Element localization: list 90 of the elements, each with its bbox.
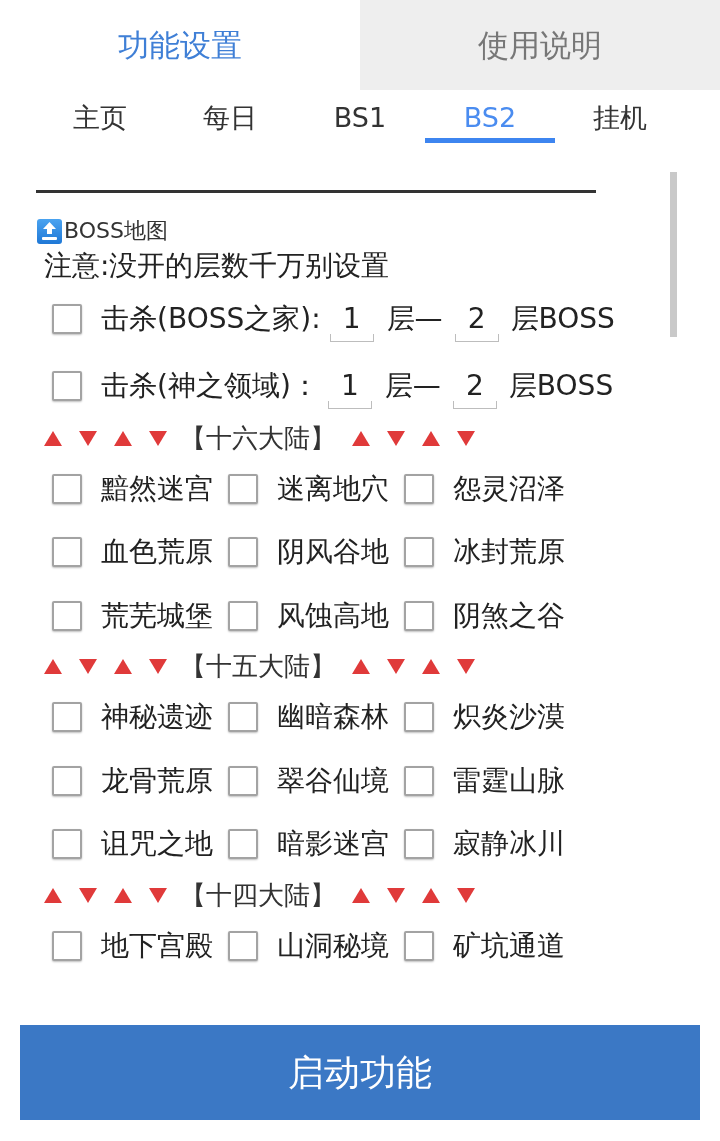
number-field[interactable]: 1 — [329, 295, 374, 342]
checkbox[interactable] — [228, 829, 258, 860]
map-option-label[interactable]: 龙骨荒原 — [101, 759, 213, 802]
triangle-down-icon — [79, 430, 97, 446]
checkbox[interactable] — [228, 765, 258, 796]
map-option-label[interactable]: 阴煞之谷 — [453, 594, 565, 637]
map-option-label[interactable]: 幽暗森林 — [277, 696, 389, 739]
number-field[interactable]: 2 — [452, 362, 497, 409]
notice-text: 注意:没开的层数千万别设置 — [44, 250, 391, 282]
triangle-down-icon — [79, 887, 97, 903]
checkbox[interactable] — [52, 930, 82, 961]
checkbox[interactable] — [404, 537, 434, 568]
start-button[interactable]: 启动功能 — [20, 1025, 700, 1120]
number-field[interactable]: 2 — [454, 295, 499, 342]
checkbox[interactable] — [228, 600, 258, 631]
checkbox[interactable] — [52, 600, 82, 631]
triangle-up-icon — [44, 887, 62, 903]
checkbox[interactable] — [52, 829, 82, 860]
map-option-label[interactable]: 暗影迷宫 — [277, 823, 389, 866]
triangle-up-icon — [352, 887, 370, 903]
map-option-label[interactable]: 雷霆山脉 — [453, 759, 565, 802]
triangle-up-icon — [422, 887, 440, 903]
floor-label: 层— — [386, 300, 443, 337]
continent-title: 【十六大陆】 — [180, 421, 336, 455]
checkbox[interactable] — [404, 702, 434, 733]
checkbox[interactable] — [52, 473, 82, 504]
sub-tab[interactable]: 每日 — [165, 90, 295, 143]
triangle-down-icon — [149, 887, 167, 903]
scrollbar-thumb[interactable] — [670, 172, 677, 337]
map-option-label[interactable]: 冰封荒原 — [453, 531, 565, 574]
map-option-label[interactable]: 矿坑通道 — [453, 924, 565, 967]
triangle-up-icon — [352, 430, 370, 446]
floor-label: 层BOSS — [510, 300, 615, 337]
checkbox[interactable] — [52, 702, 82, 733]
checkbox[interactable] — [52, 370, 82, 401]
kill-option-label[interactable]: 击杀(神之领域)： — [101, 364, 319, 407]
continent-title: 【十五大陆】 — [180, 650, 336, 683]
map-option-label[interactable]: 迷离地穴 — [277, 467, 389, 510]
map-option-label[interactable]: 荒芜城堡 — [101, 594, 213, 637]
map-option-label[interactable]: 风蚀高地 — [277, 594, 389, 637]
checkbox[interactable] — [404, 930, 434, 961]
checkbox[interactable] — [52, 765, 82, 796]
triangle-down-icon — [387, 430, 405, 446]
checkbox[interactable] — [404, 829, 434, 860]
header-tab[interactable]: 使用说明 — [360, 0, 720, 90]
continent-title: 【十四大陆】 — [180, 878, 336, 912]
triangle-down-icon — [387, 887, 405, 903]
triangle-up-icon — [422, 659, 440, 674]
checkbox[interactable] — [228, 930, 258, 961]
map-option-label[interactable]: 山洞秘境 — [277, 924, 389, 967]
map-option-label[interactable]: 怨灵沼泽 — [453, 467, 565, 510]
map-option-label[interactable]: 阴风谷地 — [277, 531, 389, 574]
triangle-up-icon — [114, 659, 132, 674]
triangle-up-icon — [114, 430, 132, 446]
checkbox[interactable] — [228, 702, 258, 733]
map-option-label[interactable]: 炽炎沙漠 — [453, 696, 565, 739]
map-option-label[interactable]: 黯然迷宫 — [101, 467, 213, 510]
checkbox[interactable] — [404, 765, 434, 796]
checkbox[interactable] — [404, 473, 434, 504]
sub-tab[interactable]: 挂机 — [555, 90, 685, 143]
triangle-up-icon — [114, 887, 132, 903]
map-option-label[interactable]: 地下宫殿 — [101, 924, 213, 967]
map-option-label[interactable]: 血色荒原 — [101, 531, 213, 574]
triangle-up-icon — [352, 659, 370, 674]
checkbox[interactable] — [52, 303, 82, 334]
map-option-label[interactable]: 寂静冰川 — [453, 823, 565, 866]
triangle-down-icon — [457, 659, 475, 674]
triangle-down-icon — [149, 659, 167, 674]
triangle-down-icon — [149, 430, 167, 446]
kill-option-label[interactable]: 击杀(BOSS之家): — [101, 297, 321, 340]
sub-tab[interactable]: BS1 — [295, 90, 425, 143]
checkbox[interactable] — [228, 537, 258, 568]
triangle-down-icon — [79, 659, 97, 674]
triangle-down-icon — [457, 430, 475, 446]
triangle-up-icon — [44, 659, 62, 674]
sub-tab[interactable]: 主页 — [35, 90, 165, 143]
triangle-down-icon — [457, 887, 475, 903]
floor-label: 层BOSS — [508, 367, 614, 404]
map-option-label[interactable]: 神秘遗迹 — [101, 696, 213, 739]
map-option-label[interactable]: 翠谷仙境 — [277, 759, 389, 802]
section-title: BOSS地图 — [64, 218, 168, 244]
triangle-up-icon — [44, 430, 62, 446]
map-option-label[interactable]: 诅咒之地 — [101, 823, 213, 866]
triangle-up-icon — [422, 430, 440, 446]
triangle-down-icon — [387, 659, 405, 674]
checkbox[interactable] — [228, 473, 258, 504]
checkbox[interactable] — [404, 600, 434, 631]
checkbox[interactable] — [52, 537, 82, 568]
number-field[interactable]: 1 — [327, 362, 372, 409]
floor-label: 层— — [384, 367, 441, 404]
